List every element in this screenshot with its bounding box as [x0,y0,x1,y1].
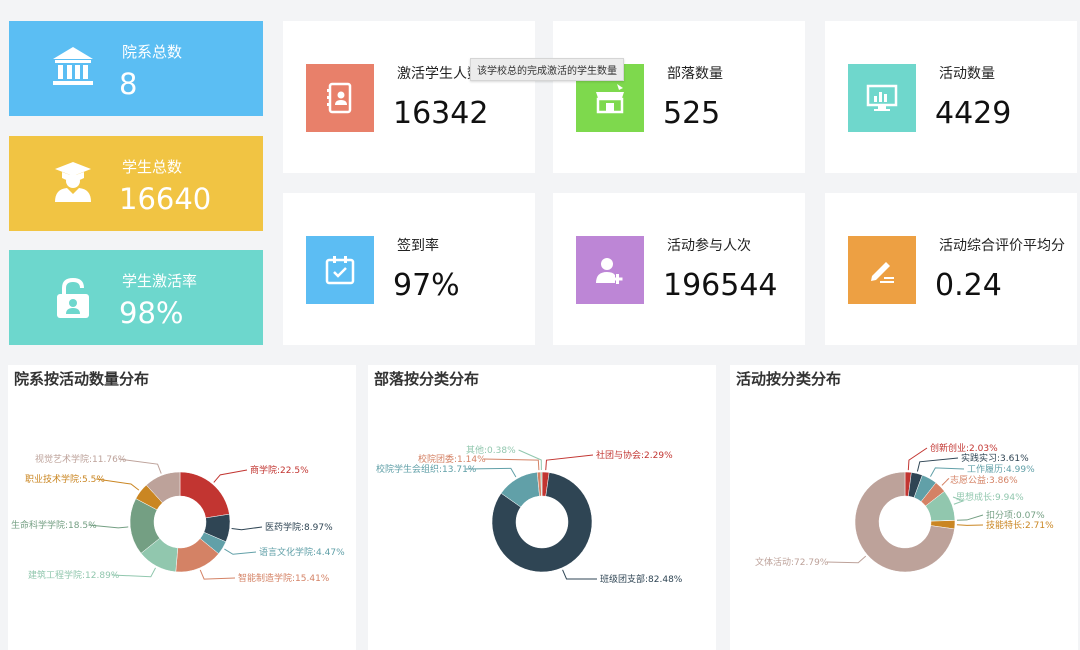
calendar-check-icon [325,256,355,285]
pie-label: 工作履历:4.99% [967,463,1035,475]
pie-label: 思想成长:9.94% [956,491,1024,503]
students-label: 学生总数 [122,158,183,176]
pie-slice-1-1[interactable] [179,471,230,519]
pie-label: 其他:0.38% [466,444,516,456]
pie-chart-departments: 商学院:22.5% 医药学院:8.97% 语言文化学院:4.47% 智能制造学院:15… [11,453,345,584]
pie-leader-line [199,569,236,580]
stat-card-evaluation[interactable]: 活动综合评价平均分 0.24 [825,193,1077,345]
stat-label: 活动综合评价平均分 [939,238,1065,254]
stat-card-activities[interactable]: 活动数量 4429 [825,21,1077,173]
stat-value: 16342 [393,96,489,131]
monitor-chart-icon [866,84,898,111]
contact-book-icon [327,82,352,114]
stat-label: 活动参与人次 [667,238,751,254]
departments-value: 8 [119,67,138,101]
add-user-icon [596,258,623,284]
activation-value: 98% [119,296,184,330]
students-value: 16640 [119,182,212,216]
pie-label: 语言文化学院:4.47% [259,546,345,558]
pie-label: 社团与协会:2.29% [596,449,673,461]
pie-leader-line [562,569,598,580]
stat-card-checkin-rate[interactable]: 签到率 97% [283,193,535,345]
pie-leader-line [916,457,959,472]
bank-icon [53,47,93,85]
departments-label: 院系总数 [122,43,183,61]
pie-label: 视觉艺术学院:11.76% [35,453,127,465]
pie-leader-line [907,447,928,471]
pie-label: 文体活动:72.79% [755,556,829,568]
stat-label: 签到率 [397,238,439,254]
pie-leader-line [545,454,594,471]
pie-leader-line [941,477,950,486]
pie-leader-line [956,514,984,521]
pencil-icon [871,262,894,283]
pie-leader-line [231,526,263,531]
stat-label: 激活学生人数 [397,66,481,82]
chart-panel-activities: 活动按分类分布 创新创业:2.03% 实践实习:3.61% 工作履历:4.99% 志愿… [730,365,1078,650]
stat-card-participants[interactable]: 活动参与人次 196544 [553,193,805,345]
stat-value: 525 [663,96,721,131]
stat-icon-box [306,64,374,132]
stat-label: 活动数量 [939,66,995,82]
pie-label: 实践实习:3.61% [961,452,1029,464]
stat-icon-box [576,236,644,304]
stat-icon-box [306,236,374,304]
pie-leader-line [213,469,248,483]
students-card: 学生总数 16640 [9,136,263,231]
pie-label: 智能制造学院:15.41% [238,572,330,584]
pie-label: 技能特长:2.71% [986,519,1054,531]
stat-value: 196544 [663,268,778,303]
stat-card-activated-students[interactable]: 激活学生人数 16342 [283,21,535,173]
pie-label: 创新创业:2.03% [930,442,998,454]
pie-label: 班级团支部:82.48% [600,573,683,585]
activation-label: 学生激活率 [122,272,198,290]
stat-value: 97% [393,268,460,303]
pie-label: 志愿公益:3.86% [950,474,1018,486]
pie-label: 职业技术学院:5.5% [25,473,105,485]
graduate-icon [55,162,91,202]
activation-card: 学生激活率 98% [9,250,263,345]
stat-value: 4429 [935,96,1012,131]
tooltip: 该学校总的完成激活的学生数量 [470,58,624,81]
pie-chart-tribes: 社团与协会:2.29%班级团支部:82.48%校院学生会组织:13.71%校院团… [376,444,683,585]
pie-chart-activities: 创新创业:2.03%实践实习:3.61%工作履历:4.99%志愿公益:3.86%… [755,442,1054,573]
stat-icon-box [848,64,916,132]
pie-leader-line [224,548,257,555]
pie-label: 扣分项:0.07% [986,509,1045,521]
stat-label: 部落数量 [667,66,723,82]
stat-card-tribes[interactable]: 部落数量 525 [553,21,805,173]
pie-label: 商学院:22.5% [250,464,309,476]
lock-icon [57,277,89,318]
pie-label: 生命科学学院:18.5% [11,519,97,531]
departments-card: 院系总数 8 [9,21,263,116]
chart-panel-departments: 院系按活动数量分布 商学院:22.5% 医药学院:8.97% 语言文化学院:4.47… [8,365,356,650]
stat-value: 0.24 [935,268,1002,303]
store-icon [596,84,624,114]
pie-leader-line [826,555,867,564]
pie-label: 医药学院:8.97% [265,521,333,533]
chart-panel-tribes: 部落按分类分布 社团与协会:2.29% 班级团支部:82.48% 校院学生会组织:1… [368,365,716,650]
pie-label: 建筑工程学院:12.89% [28,569,120,581]
stat-icon-box [848,236,916,304]
pie-leader-line [956,524,984,526]
